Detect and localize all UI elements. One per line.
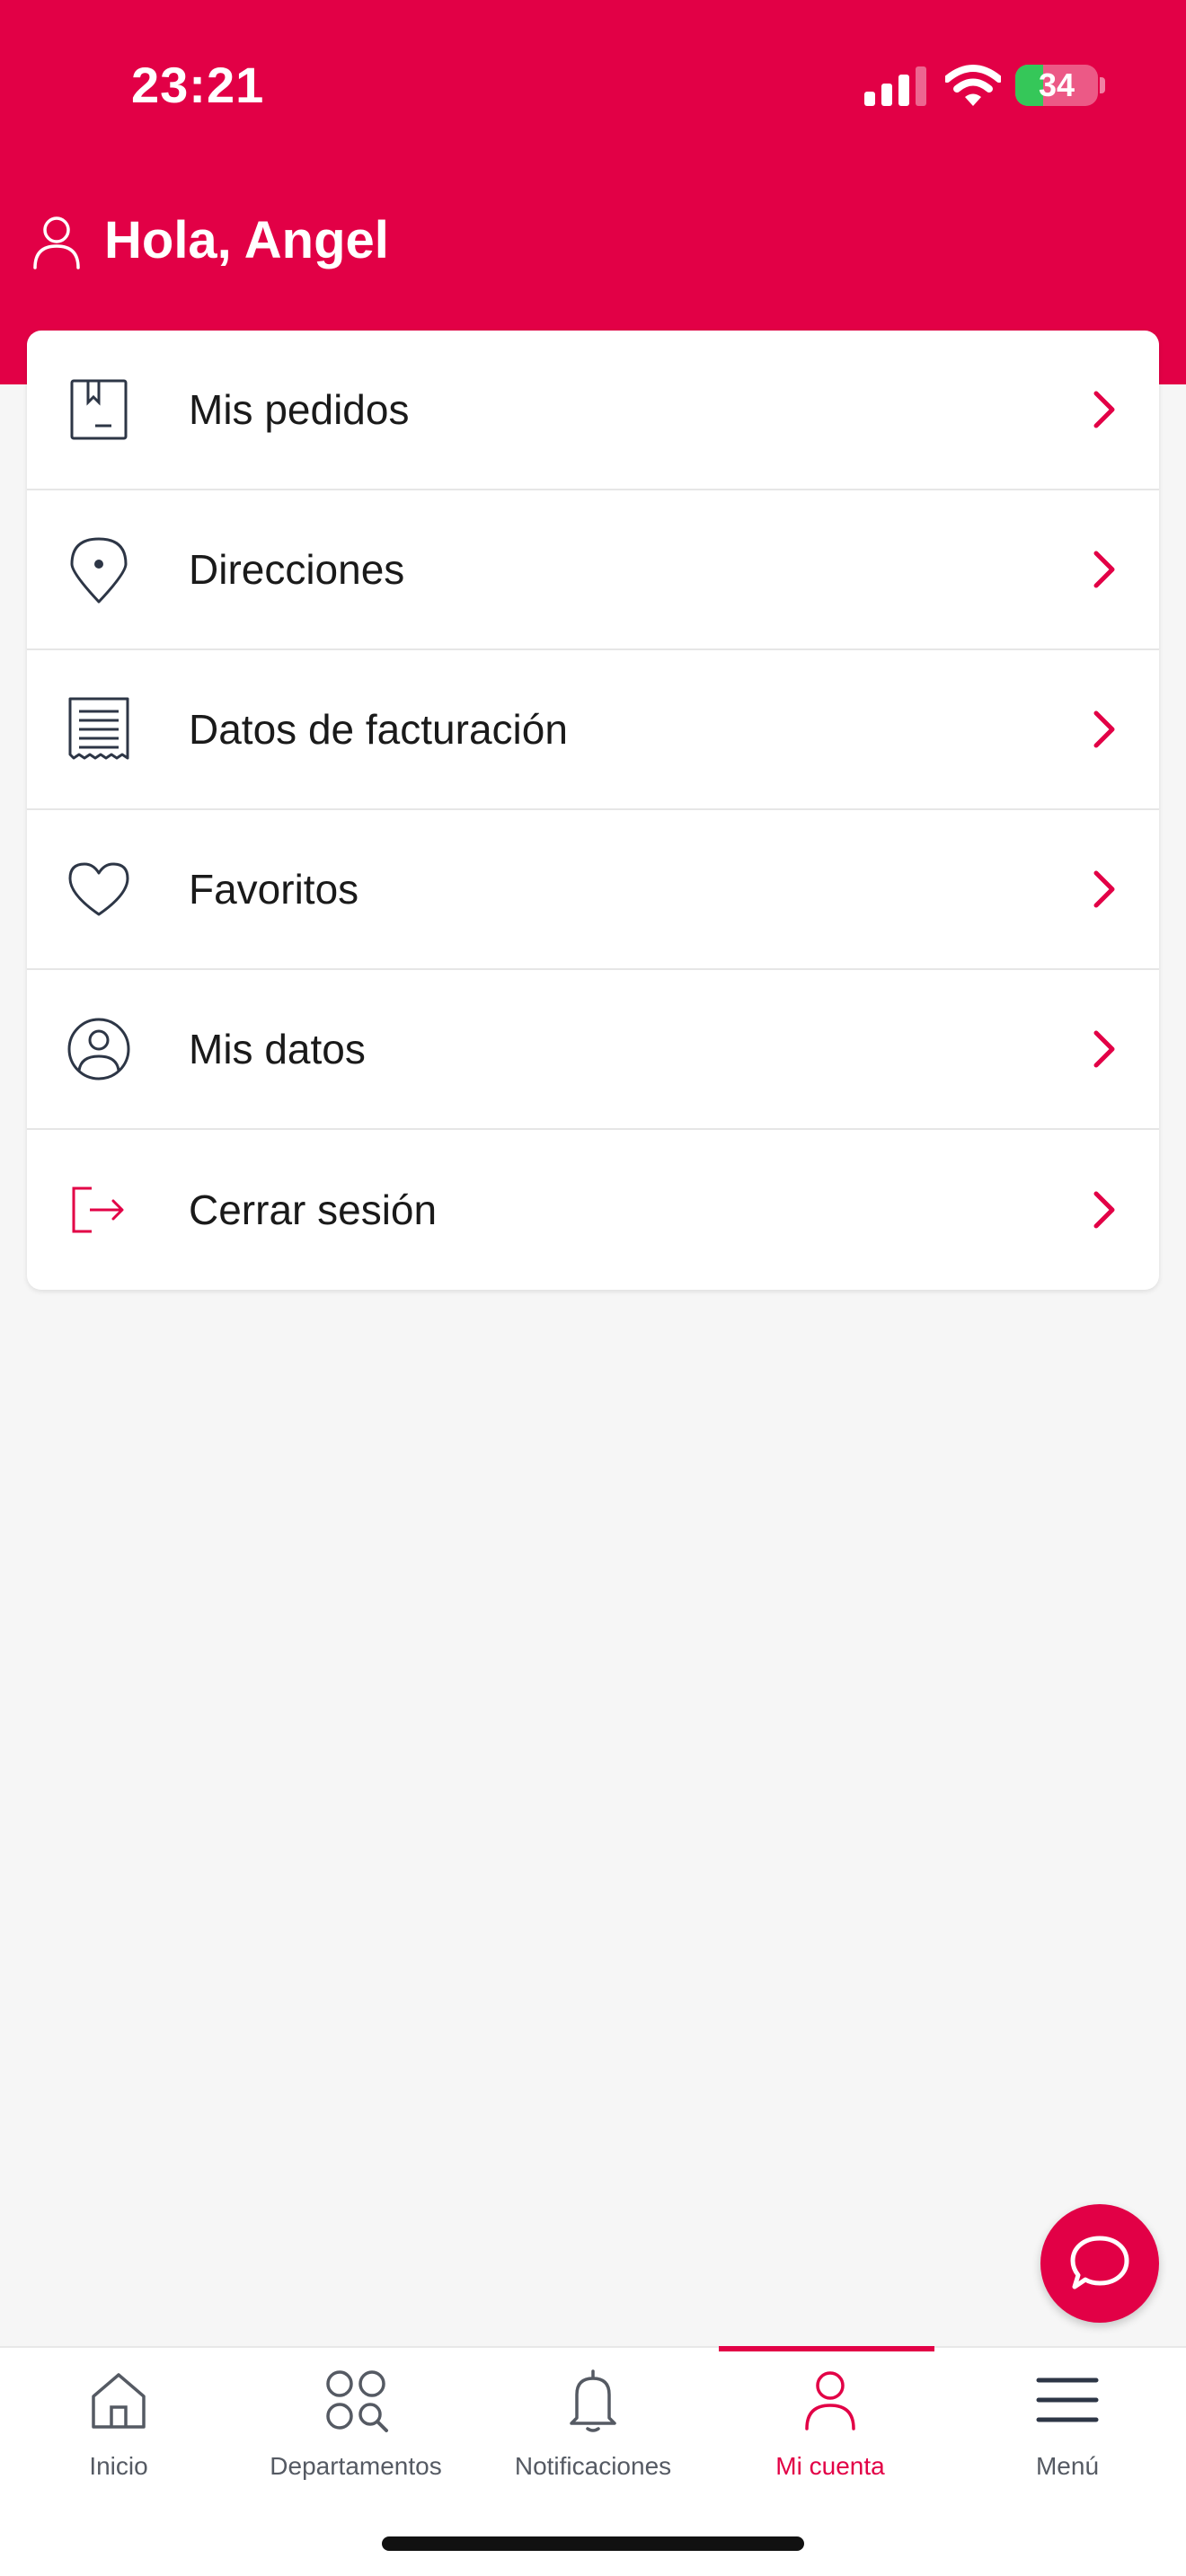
tab-departamentos[interactable]: Departamentos <box>237 2348 474 2501</box>
active-tab-indicator <box>719 2346 934 2351</box>
battery-percent: 34 <box>1038 66 1075 103</box>
departments-grid-icon <box>326 2370 388 2432</box>
user-icon <box>805 2371 855 2430</box>
menu-item-label: Direcciones <box>189 546 405 593</box>
menu-item-label: Mis datos <box>189 1026 366 1072</box>
tab-label: Notificaciones <box>514 2452 672 2480</box>
status-time: 23:21 <box>131 57 265 113</box>
heart-icon <box>68 862 129 916</box>
menu-item-datos-facturacion[interactable]: Datos de facturación <box>27 650 1159 810</box>
tab-label: Departamentos <box>270 2452 442 2480</box>
menu-item-direcciones[interactable]: Direcciones <box>27 490 1159 650</box>
menu-item-favoritos[interactable]: Favoritos <box>27 810 1159 970</box>
wifi-icon <box>945 65 1001 106</box>
location-pin-icon <box>70 537 128 604</box>
bookmark-book-icon <box>70 379 128 440</box>
bell-icon <box>570 2369 616 2432</box>
menu-item-label: Cerrar sesión <box>189 1187 438 1233</box>
tab-notificaciones[interactable]: Notificaciones <box>474 2348 712 2501</box>
menu-item-mis-pedidos[interactable]: Mis pedidos <box>27 331 1159 490</box>
greeting-title: Hola, Angel <box>104 211 389 269</box>
tab-label: Mi cuenta <box>775 2452 885 2480</box>
tab-mi-cuenta[interactable]: Mi cuenta <box>712 2346 949 2501</box>
account-menu-card: Mis pedidos Direcciones Datos de factura… <box>27 331 1159 1290</box>
hamburger-menu-icon <box>1036 2378 1099 2422</box>
chevron-right-icon <box>1093 870 1115 908</box>
header: 23:21 34 Hola, Angel <box>0 0 1186 384</box>
menu-item-mis-datos[interactable]: Mis datos <box>27 970 1159 1130</box>
menu-item-cerrar-sesion[interactable]: Cerrar sesión <box>27 1130 1159 1290</box>
cellular-signal-icon <box>864 66 926 106</box>
chat-bubble-icon <box>1070 2236 1129 2289</box>
logout-icon <box>72 1187 124 1233</box>
tab-label: Inicio <box>89 2452 148 2480</box>
user-icon <box>33 216 80 269</box>
chevron-right-icon <box>1093 1030 1115 1068</box>
chevron-right-icon <box>1093 391 1115 428</box>
battery-cap <box>1100 77 1105 93</box>
tab-label: Menú <box>1035 2452 1100 2480</box>
chat-button[interactable] <box>1040 2204 1159 2323</box>
menu-item-label: Datos de facturación <box>189 706 568 753</box>
receipt-icon <box>68 697 129 760</box>
user-circle-icon <box>67 1018 130 1081</box>
menu-item-label: Mis pedidos <box>189 386 410 433</box>
tab-inicio[interactable]: Inicio <box>0 2348 237 2501</box>
chevron-right-icon <box>1093 551 1115 588</box>
chevron-right-icon <box>1093 710 1115 748</box>
battery-indicator: 34 <box>1015 65 1098 106</box>
menu-item-label: Favoritos <box>189 866 359 913</box>
home-icon <box>92 2373 146 2429</box>
chevron-right-icon <box>1093 1191 1115 1229</box>
home-indicator <box>382 2536 804 2551</box>
tab-menu[interactable]: Menú <box>949 2348 1186 2501</box>
